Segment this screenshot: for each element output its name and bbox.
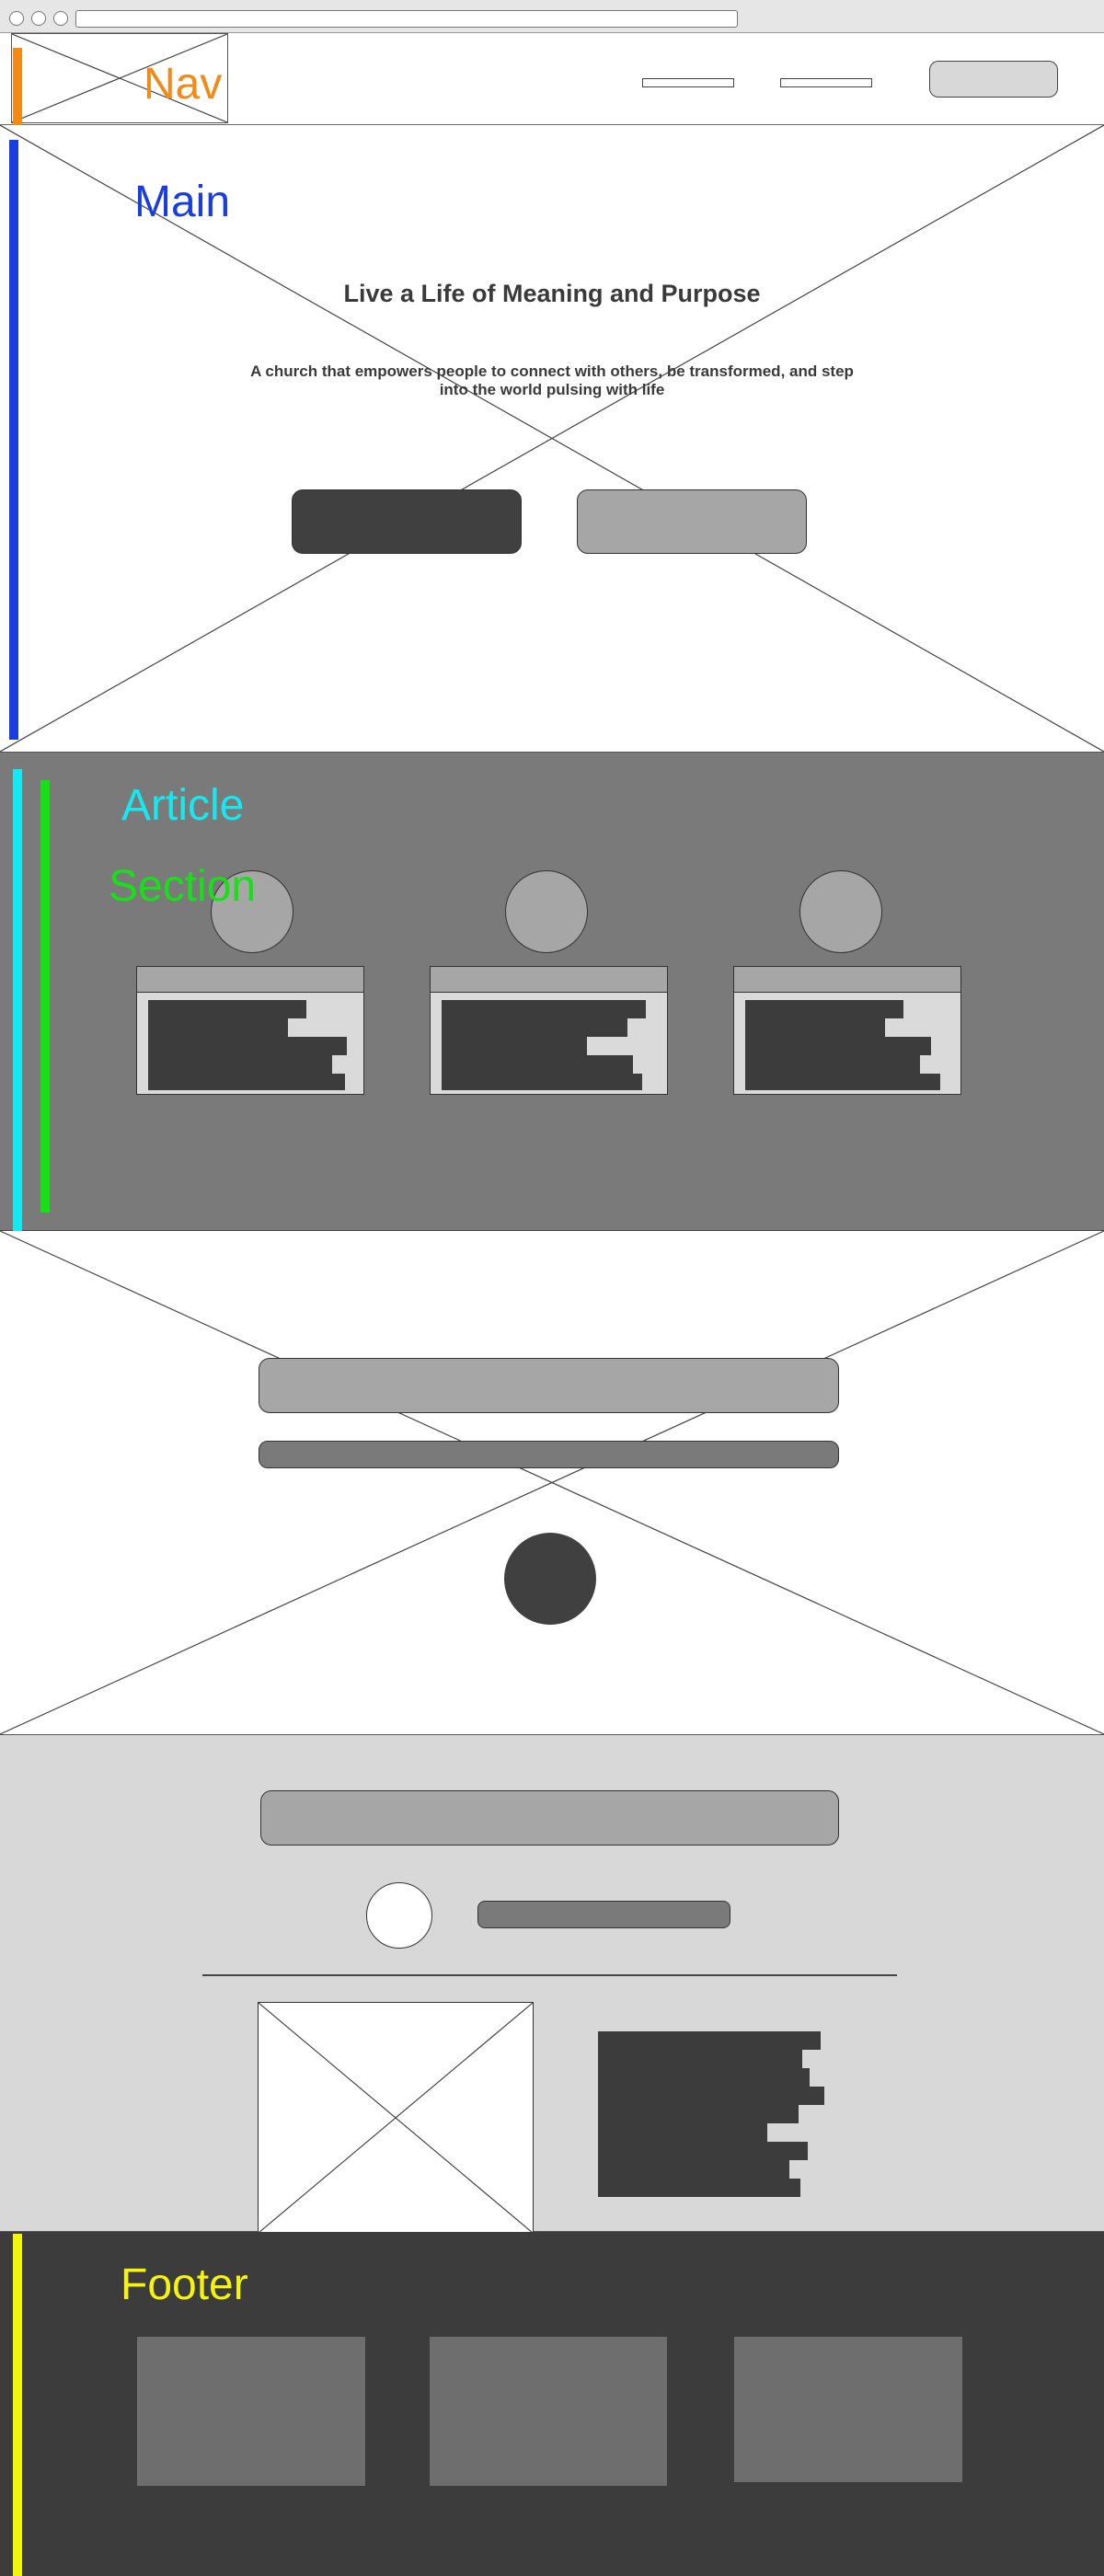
- text-block: [598, 2050, 802, 2068]
- text-block: [598, 2068, 810, 2087]
- footer-annotation-label: Footer: [121, 2260, 248, 2309]
- info-heading-block: [260, 1790, 839, 1846]
- feature-image-placeholder-icon: [0, 1231, 1104, 1734]
- divider: [202, 1974, 897, 1976]
- text-block: [745, 1018, 885, 1037]
- text-block: [598, 2105, 799, 2123]
- info-image-placeholder: [258, 2002, 534, 2234]
- text-block: [598, 2142, 808, 2160]
- hero-secondary-button[interactable]: [577, 489, 807, 554]
- feature-subheading-block: [259, 1441, 839, 1468]
- main-annotation-label: Main: [134, 178, 231, 226]
- avatar: [366, 1882, 432, 1949]
- text-block: [148, 1074, 345, 1090]
- image-placeholder-icon: [259, 2003, 533, 2233]
- text-block: [148, 1018, 288, 1037]
- text-block: [442, 1037, 587, 1055]
- nav-cta-button[interactable]: [929, 61, 1058, 98]
- text-block: [745, 1055, 920, 1074]
- service-card-2[interactable]: [430, 966, 668, 1095]
- section-annotation-label: Section: [109, 862, 257, 911]
- text-block: [442, 1018, 627, 1037]
- window-maximize-dot[interactable]: [53, 11, 68, 26]
- hero-title: Live a Life of Meaning and Purpose: [343, 280, 761, 307]
- window-minimize-dot[interactable]: [31, 11, 46, 26]
- service-card-header: [431, 967, 667, 993]
- address-bar[interactable]: [75, 10, 738, 28]
- section-annotation-bar: [40, 780, 50, 1213]
- service-card-1[interactable]: [136, 966, 364, 1095]
- text-block: [745, 1000, 903, 1018]
- text-block: [598, 2179, 800, 2197]
- text-block: [442, 1055, 633, 1074]
- service-card-3[interactable]: [733, 966, 961, 1095]
- text-block: [442, 1074, 642, 1090]
- nav-link-1[interactable]: [642, 78, 734, 87]
- footer-column-3: [734, 2337, 962, 2482]
- service-card-header: [137, 967, 363, 993]
- hero-subtitle: A church that empowers people to connect…: [250, 362, 854, 398]
- info-section: [0, 1735, 1104, 2234]
- text-block: [442, 1000, 646, 1018]
- nav-annotation-label: Nav: [144, 60, 223, 109]
- feature-heading-block: [259, 1358, 839, 1413]
- play-button[interactable]: [504, 1533, 596, 1625]
- service-card-header: [734, 967, 960, 993]
- article-annotation-label: Article: [121, 781, 245, 830]
- service-icon-2: [505, 870, 588, 953]
- main-annotation-bar: [9, 140, 18, 740]
- footer-column-1: [137, 2337, 365, 2486]
- text-block: [598, 2031, 821, 2050]
- text-block: [148, 1055, 332, 1074]
- browser-chrome: [0, 0, 1104, 33]
- window-close-dot[interactable]: [9, 11, 24, 26]
- text-block: [148, 1037, 347, 1055]
- footer-annotation-bar: [13, 2234, 22, 2576]
- hero-primary-button[interactable]: [292, 489, 522, 554]
- feature-section: [0, 1231, 1104, 1735]
- text-block: [598, 2123, 767, 2142]
- text-block: [598, 2087, 824, 2105]
- footer-column-2: [430, 2337, 667, 2486]
- service-icon-3: [799, 870, 882, 953]
- text-block: [745, 1074, 940, 1090]
- nav-link-2[interactable]: [780, 78, 872, 87]
- text-block: [598, 2160, 789, 2179]
- text-block: [745, 1037, 931, 1055]
- text-block: [148, 1000, 306, 1018]
- author-name-block: [477, 1901, 730, 1928]
- nav-annotation-bar: [13, 48, 22, 125]
